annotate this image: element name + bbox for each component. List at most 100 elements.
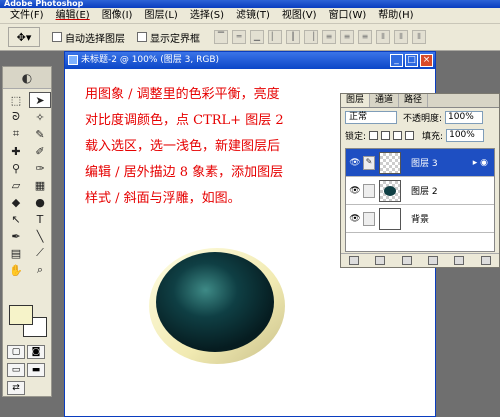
standard-mode-icon[interactable]: ▢ <box>7 345 25 359</box>
menu-help[interactable]: 帮助(H) <box>372 8 419 23</box>
fill-label: 填充: <box>422 131 444 142</box>
distribute-middle-icon[interactable]: ≡ <box>340 30 354 44</box>
fill-input[interactable]: 100% <box>446 128 485 142</box>
quick-mask-icon[interactable]: ◙ <box>27 345 45 359</box>
maximize-icon[interactable]: □ <box>405 54 418 67</box>
slice-tool-icon[interactable]: ✎ <box>29 126 51 142</box>
screen-mode-full-icon[interactable]: ▬ <box>27 363 45 377</box>
dodge-tool-icon[interactable]: ● <box>29 194 51 210</box>
eraser-tool-icon[interactable]: ▱ <box>5 177 27 193</box>
eye-icon[interactable]: 👁 <box>349 213 361 225</box>
align-center-icon[interactable]: ┃ <box>286 30 300 44</box>
close-icon[interactable]: × <box>420 54 433 67</box>
lock-position-icon[interactable] <box>393 130 403 140</box>
screen-mode-standard-icon[interactable]: ▭ <box>7 363 25 377</box>
healing-brush-tool-icon[interactable]: ✚ <box>5 143 27 159</box>
align-top-icon[interactable]: ▔ <box>214 30 228 44</box>
layer-thumbnail <box>379 179 401 202</box>
layer-row[interactable]: 👁 ✎ 图层 3 ▸ ◉ <box>346 149 494 177</box>
tab-channels[interactable]: 通道 <box>370 94 400 107</box>
delete-layer-icon[interactable] <box>480 256 491 265</box>
foreground-color-swatch[interactable] <box>9 305 33 325</box>
menu-select[interactable]: 选择(S) <box>184 8 230 23</box>
eyedropper-tool-icon[interactable]: ⟋ <box>29 245 51 261</box>
app-title-bar: Adobe Photoshop <box>0 0 500 8</box>
app-title: Adobe Photoshop <box>4 0 84 8</box>
opacity-input[interactable]: 100% <box>445 110 484 124</box>
clone-stamp-tool-icon[interactable]: ⚲ <box>5 160 27 176</box>
link-icon[interactable] <box>363 211 375 226</box>
show-bounds-checkbox[interactable] <box>137 32 147 42</box>
brush-tool-icon[interactable]: ✐ <box>29 143 51 159</box>
layer-name: 图层 2 <box>411 187 438 197</box>
tool-preset-picker[interactable]: ✥▾ <box>8 27 40 47</box>
workspace-background <box>436 51 500 93</box>
zoom-tool-icon[interactable]: ⌕ <box>29 262 51 278</box>
menu-filter[interactable]: 滤镜(T) <box>230 8 276 23</box>
tool-grid: ⬚ ➤ ᘐ ✧ ⌗ ✎ ✚ ✐ ⚲ ✑ ▱ ▦ ◆ ● ↖ T ✒ ╲ ▤ ⟋ … <box>3 89 51 281</box>
window-controls: _ □ × <box>390 54 433 67</box>
layers-panel-tabs: 图层 通道 路径 <box>341 94 499 108</box>
lock-pixels-icon[interactable] <box>381 130 391 140</box>
distribute-top-icon[interactable]: ≡ <box>322 30 336 44</box>
layer-effects-icon[interactable]: ▸ ◉ <box>473 158 488 168</box>
menu-image[interactable]: 图像(I) <box>96 8 139 23</box>
notes-tool-icon[interactable]: ▤ <box>5 245 27 261</box>
link-icon[interactable] <box>363 183 375 198</box>
align-middle-icon[interactable]: ═ <box>232 30 246 44</box>
move-tool-icon[interactable]: ➤ <box>29 92 51 108</box>
layer-row[interactable]: 👁 背景 <box>346 205 494 233</box>
path-selection-tool-icon[interactable]: ↖ <box>5 211 27 227</box>
align-bottom-icon[interactable]: ▁ <box>250 30 264 44</box>
auto-select-checkbox[interactable] <box>52 32 62 42</box>
brush-link-icon[interactable]: ✎ <box>363 155 375 170</box>
blur-tool-icon[interactable]: ◆ <box>5 194 27 210</box>
blend-mode-select[interactable]: 正常 <box>345 110 397 124</box>
gradient-tool-icon[interactable]: ▦ <box>29 177 51 193</box>
new-layer-icon[interactable] <box>454 256 465 265</box>
tab-paths[interactable]: 路径 <box>399 94 429 107</box>
document-icon <box>68 55 78 65</box>
distribute-center-icon[interactable]: ⦀ <box>394 30 408 44</box>
menu-window[interactable]: 窗口(W) <box>323 8 373 23</box>
distribute-bottom-icon[interactable]: ≡ <box>358 30 372 44</box>
show-bounds-option[interactable]: 显示定界框 <box>137 30 200 45</box>
history-brush-tool-icon[interactable]: ✑ <box>29 160 51 176</box>
menu-layer[interactable]: 图层(L) <box>138 8 183 23</box>
lasso-tool-icon[interactable]: ᘐ <box>5 109 27 125</box>
menu-edit[interactable]: 编辑(E) <box>50 8 96 23</box>
type-tool-icon[interactable]: T <box>29 211 51 227</box>
menu-file[interactable]: 文件(F) <box>4 8 50 23</box>
crop-tool-icon[interactable]: ⌗ <box>5 126 27 142</box>
menu-view[interactable]: 视图(V) <box>276 8 323 23</box>
toolbox-logo-icon[interactable]: ◐ <box>3 67 51 89</box>
pen-tool-icon[interactable]: ✒ <box>5 228 27 244</box>
align-buttons: ▔ ═ ▁ ▏ ┃ ▕ ≡ ≡ ≡ ⦀ ⦀ ⦀ <box>214 30 430 44</box>
new-set-icon[interactable] <box>401 256 412 265</box>
tab-layers[interactable]: 图层 <box>341 94 371 107</box>
lock-transparency-icon[interactable] <box>369 130 379 140</box>
align-left-icon[interactable]: ▏ <box>268 30 282 44</box>
mask-mode-row: ▢ ◙ <box>7 345 45 359</box>
hand-tool-icon[interactable]: ✋ <box>5 262 27 278</box>
magic-wand-tool-icon[interactable]: ✧ <box>29 109 51 125</box>
auto-select-label: 自动选择图层 <box>65 33 125 45</box>
adjustment-layer-icon[interactable] <box>428 256 439 265</box>
auto-select-layer-option[interactable]: 自动选择图层 <box>52 30 125 45</box>
add-mask-icon[interactable] <box>375 256 386 265</box>
eye-icon[interactable]: 👁 <box>349 157 361 169</box>
document-title-bar[interactable]: 未标题-2 @ 100% (图层 3, RGB) _ □ × <box>65 52 435 69</box>
layers-panel: 图层 通道 路径 正常 不透明度: 100% 锁定: 填充: 100% 👁 ✎ … <box>340 93 500 268</box>
layer-row[interactable]: 👁 图层 2 <box>346 177 494 205</box>
minimize-icon[interactable]: _ <box>390 54 403 67</box>
marquee-tool-icon[interactable]: ⬚ <box>5 92 27 108</box>
align-right-icon[interactable]: ▕ <box>304 30 318 44</box>
distribute-left-icon[interactable]: ⦀ <box>376 30 390 44</box>
distribute-right-icon[interactable]: ⦀ <box>412 30 426 44</box>
jump-to-imageready-icon[interactable]: ⇄ <box>7 381 25 395</box>
screen-mode-row: ▭ ▬ <box>7 363 45 377</box>
eye-icon[interactable]: 👁 <box>349 185 361 197</box>
lock-all-icon[interactable] <box>405 130 415 140</box>
add-style-icon[interactable] <box>349 256 360 265</box>
line-tool-icon[interactable]: ╲ <box>29 228 51 244</box>
